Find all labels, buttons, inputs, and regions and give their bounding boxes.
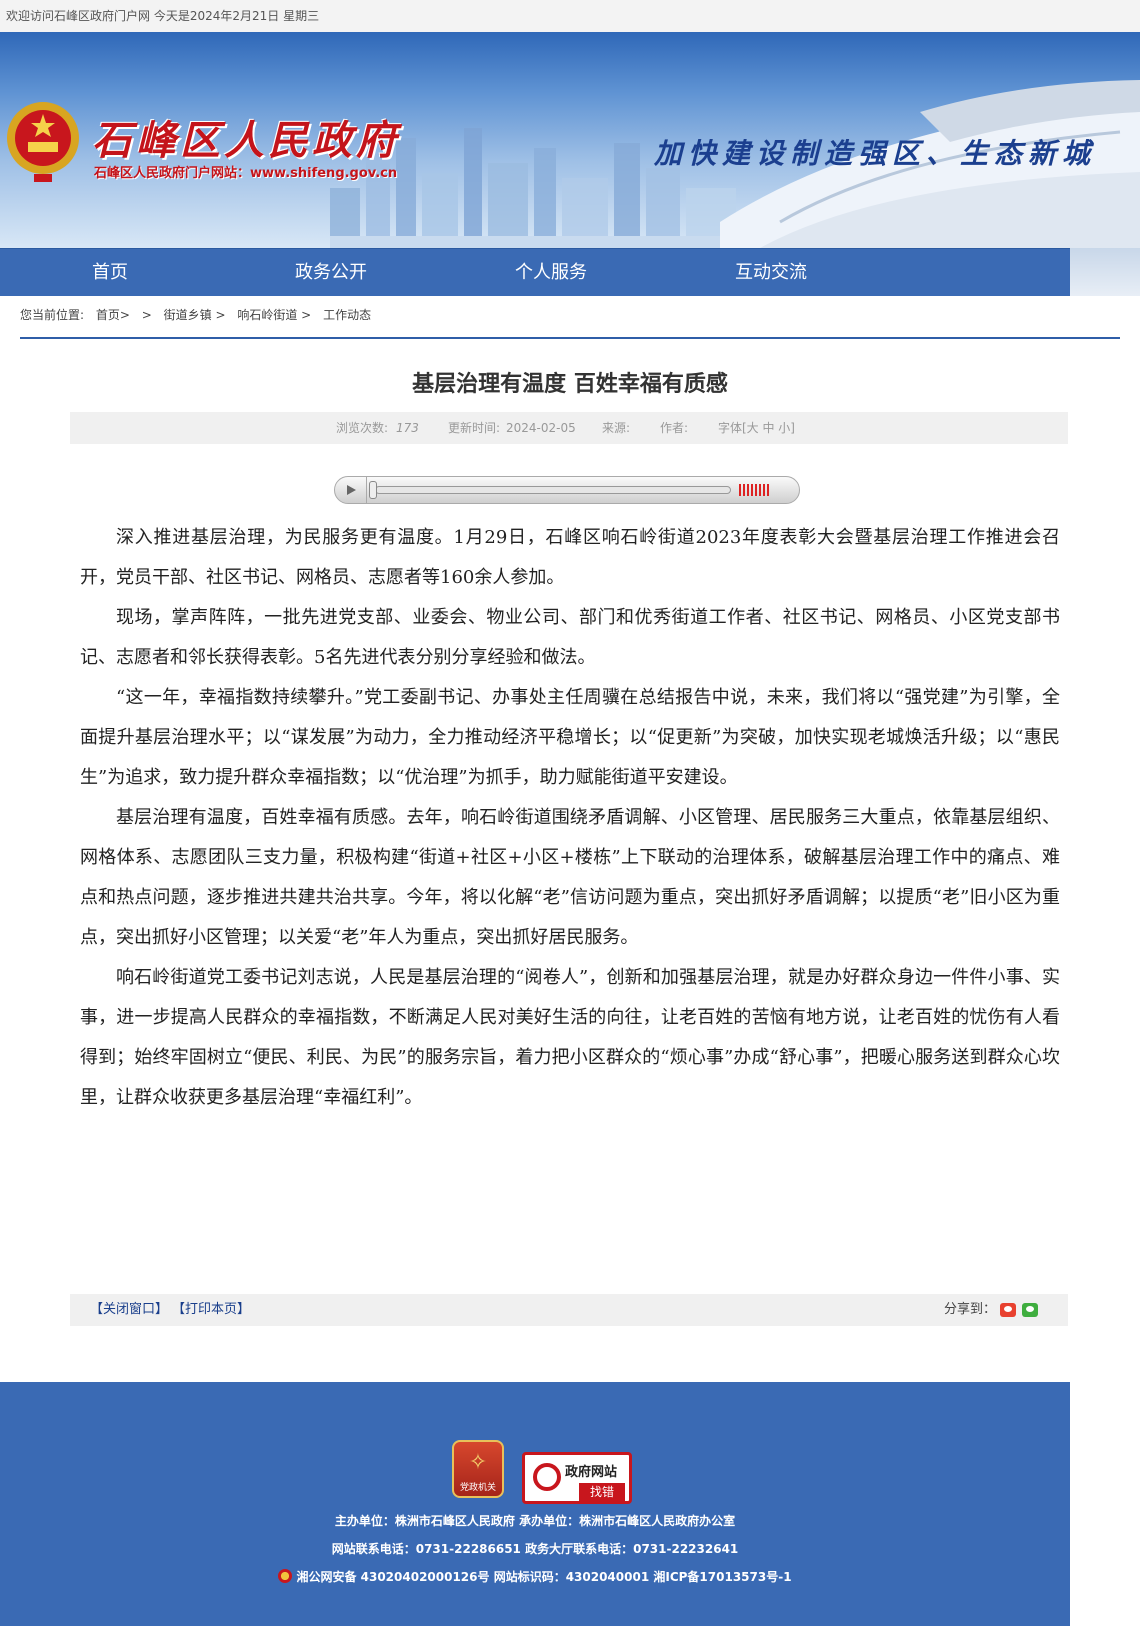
nav-right-decor xyxy=(1070,248,1140,296)
slogan: 加快建设制造强区、生态新城 xyxy=(654,137,1097,170)
article-paragraph: “这一年，幸福指数持续攀升。”党工委副书记、办事处主任周骥在总结报告中说，未来，… xyxy=(80,687,1060,788)
author-label: 作者: xyxy=(660,421,689,435)
breadcrumb-sep: > xyxy=(141,308,152,322)
national-emblem-icon xyxy=(7,102,79,182)
article-paragraph: 深入推进基层治理，为民服务更有温度。1月29日，石峰区响石岭街道2023年度表彰… xyxy=(80,527,1060,588)
breadcrumb-prefix: 您当前位置: xyxy=(20,308,85,322)
footer: ✧ 党政机关 政府网站 找错 主办单位：株洲市石峰区人民政府 承办单位：株洲市石… xyxy=(0,1382,1070,1626)
party-gov-badge[interactable]: ✧ 党政机关 xyxy=(452,1440,504,1498)
breadcrumb-street[interactable]: 响石岭街道 > xyxy=(237,308,311,322)
article-paragraph: 响石岭街道党工委书记刘志说，人民是基层治理的“阅卷人”，创新和加强基层治理，就是… xyxy=(80,967,1060,1108)
breadcrumb: 您当前位置: 首页> > 街道乡镇 > 响石岭街道 > 工作动态 xyxy=(20,306,379,323)
weibo-share-icon[interactable] xyxy=(1000,1303,1016,1317)
site-url: 石峰区人民政府门户网站：www.shifeng.gov.cn xyxy=(94,166,398,181)
views-count: 173 xyxy=(396,421,419,435)
party-gov-badge-label: 党政机关 xyxy=(459,1483,496,1493)
article-paragraph: 基层治理有温度，百姓幸福有质感。去年，响石岭街道围绕矛盾调解、小区管理、居民服务… xyxy=(80,807,1060,948)
nav-item-personal-service[interactable]: 个人服务 xyxy=(515,249,587,297)
article-body: 深入推进基层治理，为民服务更有温度。1月29日，石峰区响石岭街道2023年度表彰… xyxy=(80,518,1060,1118)
source-label: 来源: xyxy=(602,421,631,435)
article-meta-bar: 浏览次数: 173 更新时间: 2024-02-05 来源: 作者: 字体[大 … xyxy=(70,412,1068,444)
close-window-link[interactable]: 【关闭窗口】 xyxy=(90,1294,168,1326)
header-banner: 石峰区人民政府 石峰区人民政府门户网站：www.shifeng.gov.cn 加… xyxy=(0,32,1140,248)
breadcrumb-current[interactable]: 工作动态 xyxy=(323,308,371,322)
article-title: 基层治理有温度 百姓幸福有质感 xyxy=(412,372,728,397)
main-nav: 首页 政务公开 个人服务 互动交流 xyxy=(0,248,1070,296)
report-error-badge[interactable]: 政府网站 找错 xyxy=(522,1452,632,1504)
breadcrumb-home[interactable]: 首页> xyxy=(96,308,130,322)
welcome-bar: 欢迎访问石峰区政府门户网 今天是2024年2月21日 星期三 xyxy=(0,0,1140,32)
nav-item-interaction[interactable]: 互动交流 xyxy=(735,249,807,297)
footer-record: 湘公网安备 43020402000126号 网站标识码：4302040001 湘… xyxy=(0,1568,1070,1585)
updated-label: 更新时间: xyxy=(448,421,501,435)
font-size-switch[interactable]: 字体[大 中 小] xyxy=(718,412,795,444)
views-label: 浏览次数: xyxy=(336,421,389,435)
footer-contact: 网站联系电话：0731-22286651 政务大厅联系电话：0731-22232… xyxy=(331,1542,739,1556)
magnifier-icon xyxy=(533,1463,561,1491)
nav-item-home[interactable]: 首页 xyxy=(92,249,128,297)
print-page-link[interactable]: 【打印本页】 xyxy=(172,1294,250,1326)
police-badge-icon xyxy=(278,1569,293,1583)
breadcrumb-towns[interactable]: 街道乡镇 > xyxy=(164,308,226,322)
audio-progress-handle[interactable] xyxy=(369,481,377,499)
article-paragraph: 现场，掌声阵阵，一批先进党支部、业委会、物业公司、部门和优秀街道工作者、社区书记… xyxy=(80,607,1060,668)
footer-sponsor: 主办单位：株洲市石峰区人民政府 承办单位：株洲市石峰区人民政府办公室 xyxy=(334,1514,736,1528)
article-actions-bar: 【关闭窗口】 【打印本页】 分享到： xyxy=(70,1294,1068,1326)
site-title-logo: 石峰区人民政府 xyxy=(92,117,400,164)
party-gov-emblem-icon: ✧ xyxy=(468,1450,488,1475)
volume-bars-icon[interactable] xyxy=(739,484,769,496)
play-button[interactable] xyxy=(335,477,367,503)
breadcrumb-divider xyxy=(20,337,1120,339)
audio-progress-track[interactable] xyxy=(375,486,731,494)
report-error-title: 政府网站 xyxy=(565,1465,618,1480)
wechat-share-icon[interactable] xyxy=(1022,1303,1038,1317)
report-error-button: 找错 xyxy=(579,1483,625,1501)
footer-record-text[interactable]: 湘公网安备 43020402000126号 网站标识码：4302040001 湘… xyxy=(296,1570,791,1584)
updated-date: 2024-02-05 xyxy=(506,421,576,435)
nav-item-gov-affairs[interactable]: 政务公开 xyxy=(295,249,367,297)
audio-player xyxy=(334,476,800,504)
footer-right-blank xyxy=(1070,1382,1140,1626)
share-label: 分享到： xyxy=(944,1302,997,1317)
